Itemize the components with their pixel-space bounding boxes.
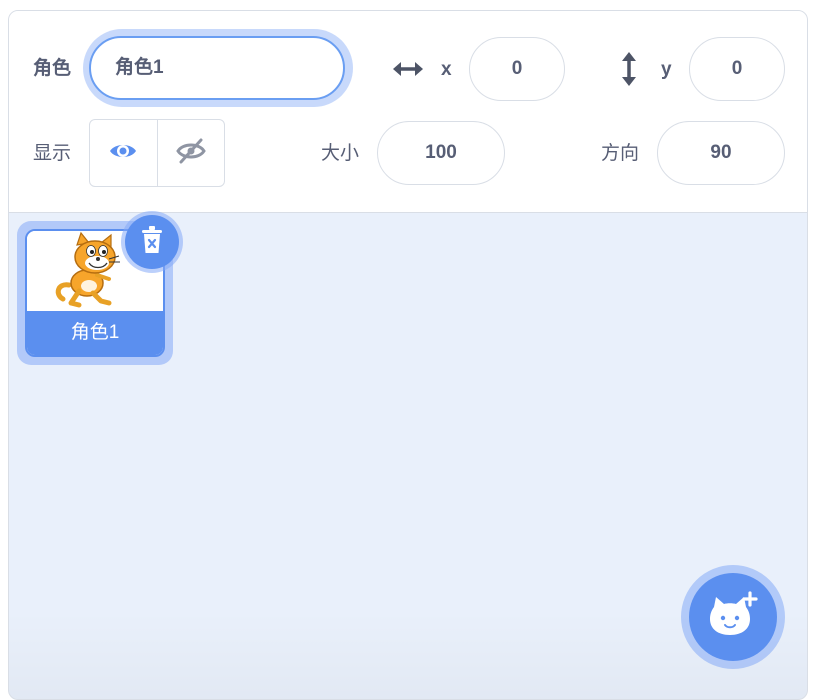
y-label: y	[661, 59, 672, 80]
direction-input[interactable]: 90	[657, 121, 785, 185]
sprite-pane: 角色 角色1 x 0 y 0 显示 大小 100 方向 90 角色1	[8, 10, 808, 700]
size-label: 大小	[321, 143, 360, 164]
hide-button[interactable]	[158, 120, 225, 186]
eye-icon	[108, 140, 138, 167]
sprite-info-panel: 角色 角色1 x 0 y 0 显示 大小 100 方向 90	[9, 11, 807, 213]
show-label: 显示	[33, 143, 72, 164]
visibility-toggle-group	[89, 119, 225, 187]
cat-plus-icon	[708, 590, 758, 644]
sprite-label: 角色	[33, 58, 72, 79]
y-input[interactable]: 0	[689, 37, 785, 101]
trash-icon	[140, 225, 164, 260]
eye-slash-icon	[175, 138, 206, 169]
delete-sprite-button[interactable]	[125, 215, 179, 269]
x-label: x	[441, 59, 452, 80]
show-button[interactable]	[90, 120, 158, 186]
vertical-arrows-icon	[617, 51, 641, 92]
horizontal-arrows-icon	[391, 57, 425, 86]
direction-label: 方向	[601, 143, 640, 164]
sprite-name-input[interactable]: 角色1	[89, 36, 345, 100]
add-sprite-button[interactable]	[689, 573, 777, 661]
x-input[interactable]: 0	[469, 37, 565, 101]
size-input[interactable]: 100	[377, 121, 505, 185]
sprite-tile-name: 角色1	[27, 311, 163, 355]
